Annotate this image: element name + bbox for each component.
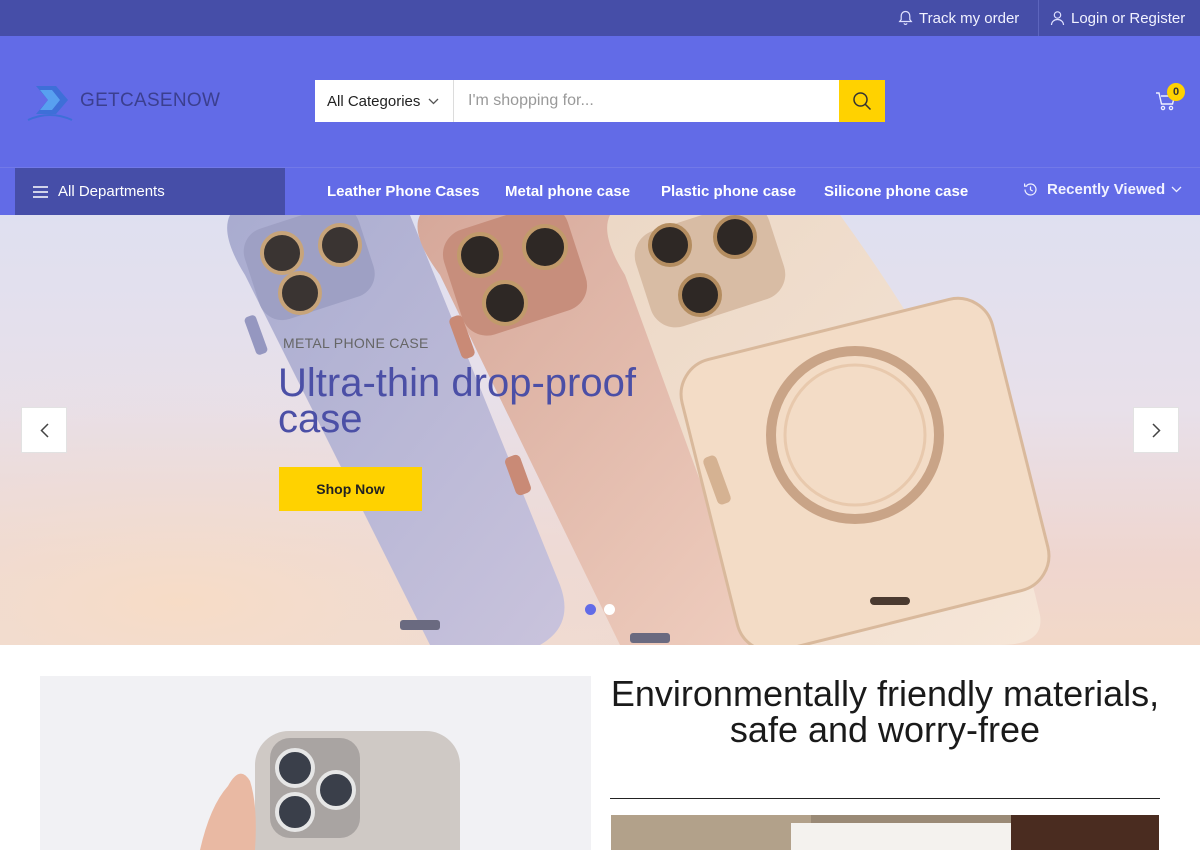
search-bar: All Categories [315,80,885,122]
cart-button[interactable]: 0 [1155,83,1185,116]
topbar-divider [1038,0,1039,36]
category-select-label: All Categories [327,92,421,110]
promo-hand-phone-image [40,676,591,850]
nav-link-leather[interactable]: Leather Phone Cases [327,168,480,215]
all-departments-button[interactable]: All Departments [15,168,285,215]
top-bar: Track my order Login or Register [0,0,1200,36]
promo-secondary-image [611,815,1159,850]
slider-next-button[interactable] [1133,407,1179,453]
nav-link-metal[interactable]: Metal phone case [505,168,630,215]
site-logo[interactable]: GETCASENOW [26,80,226,122]
promo-title: Environmentally friendly materials, safe… [610,673,1160,750]
track-order-link[interactable]: Track my order [898,0,1019,36]
bell-icon [898,10,913,25]
shop-now-button[interactable]: Shop Now [279,467,422,511]
user-icon [1050,11,1065,26]
recently-viewed-label: Recently Viewed [1047,181,1166,198]
logo-mark-icon [27,86,73,121]
search-icon [853,92,872,111]
chevron-right-icon [1151,422,1161,438]
nav-link-plastic[interactable]: Plastic phone case [661,168,796,215]
hero-title: Ultra-thin drop-proof case [278,361,636,441]
login-register-link[interactable]: Login or Register [1050,0,1185,36]
category-select[interactable]: All Categories [315,80,454,122]
chevron-down-icon [428,98,439,104]
promo-divider [610,798,1160,799]
logo-text: GETCASENOW [80,90,221,111]
nav-link-silicone[interactable]: Silicone phone case [824,168,968,215]
all-departments-label: All Departments [58,183,165,200]
chevron-left-icon [39,422,49,438]
recently-viewed-dropdown[interactable]: Recently Viewed [1022,168,1182,211]
login-register-label: Login or Register [1071,9,1186,27]
search-button[interactable] [839,80,885,122]
slider-prev-button[interactable] [21,407,67,453]
search-input[interactable] [454,80,839,122]
hand-phone-illustration [40,676,591,850]
cart-count-badge: 0 [1167,83,1185,101]
main-nav: All Departments Leather Phone Cases Meta… [0,167,1200,215]
slider-dot-2[interactable] [604,604,615,615]
history-icon [1024,183,1037,196]
chevron-down-icon [1171,186,1182,193]
hero-kicker: METAL PHONE CASE [283,335,429,351]
slider-dot-1[interactable] [585,604,596,615]
hamburger-icon [33,185,48,198]
hero-slider: METAL PHONE CASE Ultra-thin drop-proof c… [0,215,1200,645]
track-order-label: Track my order [919,9,1020,27]
leather-case-photo [611,815,1159,850]
